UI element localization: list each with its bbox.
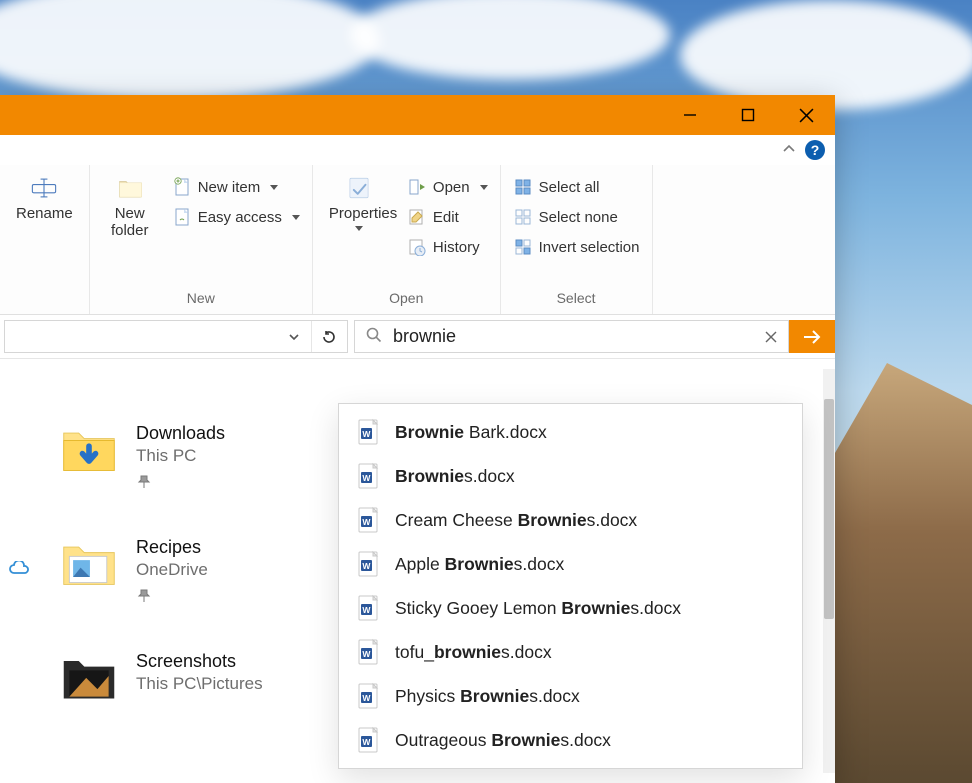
svg-text:W: W — [362, 737, 371, 747]
dropdown-icon — [292, 215, 300, 220]
search-suggestion-item[interactable]: W Physics Brownies.docx — [339, 674, 802, 718]
word-document-icon: W — [357, 506, 379, 534]
pin-icon — [136, 588, 152, 607]
open-button[interactable]: Open — [405, 175, 490, 199]
select-none-icon — [513, 207, 533, 227]
suggestion-text: Apple Brownies.docx — [395, 554, 564, 575]
svg-text:W: W — [362, 473, 371, 483]
folder-name: Recipes — [136, 537, 208, 558]
titlebar — [0, 95, 835, 135]
scrollbar-thumb[interactable] — [824, 399, 834, 619]
dropdown-icon — [355, 226, 363, 231]
word-document-icon: W — [357, 638, 379, 666]
search-suggestion-item[interactable]: W Brownies.docx — [339, 454, 802, 498]
search-box[interactable] — [354, 320, 789, 353]
folder-path: This PC — [136, 446, 225, 466]
folder-icon — [60, 533, 118, 591]
dropdown-icon — [480, 185, 488, 190]
rename-label: Rename — [16, 205, 73, 222]
new-folder-button[interactable]: New folder — [100, 171, 160, 244]
word-document-icon: W — [357, 550, 379, 578]
properties-icon — [346, 175, 372, 201]
suggestion-text: Outrageous Brownies.docx — [395, 730, 611, 751]
address-dropdown-button[interactable] — [277, 321, 311, 352]
svg-text:W: W — [362, 605, 371, 615]
pin-icon — [136, 474, 152, 493]
folder-name: Downloads — [136, 423, 225, 444]
navigation-row — [0, 315, 835, 359]
rename-button[interactable]: Rename — [10, 171, 79, 226]
properties-label: Properties — [329, 205, 389, 222]
new-item-button[interactable]: New item — [170, 175, 302, 199]
history-button[interactable]: History — [405, 235, 490, 259]
folder-path: This PC\Pictures — [136, 674, 263, 694]
svg-text:W: W — [362, 693, 371, 703]
file-explorer-window: ? Rename — [0, 95, 835, 783]
suggestion-text: tofu_brownies.docx — [395, 642, 552, 663]
select-none-button[interactable]: Select none — [511, 205, 642, 229]
word-document-icon: W — [357, 418, 379, 446]
word-document-icon: W — [357, 594, 379, 622]
new-folder-icon — [117, 175, 143, 201]
word-document-icon: W — [357, 726, 379, 754]
search-suggestion-item[interactable]: W Cream Cheese Brownies.docx — [339, 498, 802, 542]
folder-path: OneDrive — [136, 560, 208, 580]
ribbon-help-row: ? — [0, 135, 835, 165]
refresh-button[interactable] — [311, 321, 345, 352]
search-suggestion-item[interactable]: W Outrageous Brownies.docx — [339, 718, 802, 762]
suggestion-text: Brownies.docx — [395, 466, 515, 487]
scrollbar[interactable] — [823, 369, 835, 773]
help-button[interactable]: ? — [805, 140, 825, 160]
search-suggestion-item[interactable]: W Sticky Gooey Lemon Brownies.docx — [339, 586, 802, 630]
svg-text:W: W — [362, 649, 371, 659]
rename-icon — [31, 175, 57, 201]
folder-name: Screenshots — [136, 651, 263, 672]
ribbon-group-new-label: New — [187, 290, 215, 312]
edit-icon — [407, 207, 427, 227]
minimize-button[interactable] — [661, 95, 719, 135]
content-area: DownloadsThis PC RecipesOneDrive Screensho… — [0, 359, 835, 783]
easy-access-button[interactable]: Easy access — [170, 205, 302, 229]
ribbon-group-select-label: Select — [557, 290, 596, 312]
clear-search-button[interactable] — [754, 321, 788, 352]
search-suggestion-item[interactable]: W Brownie Bark.docx — [339, 410, 802, 454]
suggestion-text: Cream Cheese Brownies.docx — [395, 510, 637, 531]
edit-button[interactable]: Edit — [405, 205, 490, 229]
search-suggestion-item[interactable]: Wtofu_brownies.docx — [339, 630, 802, 674]
svg-text:W: W — [362, 429, 371, 439]
search-suggestions-dropdown: W Brownie Bark.docx W Brownies.docx W Cream C… — [338, 403, 803, 769]
select-all-icon — [513, 177, 533, 197]
invert-selection-icon — [513, 237, 533, 257]
search-go-button[interactable] — [789, 320, 835, 353]
svg-text:W: W — [362, 517, 371, 527]
dropdown-icon — [270, 185, 278, 190]
close-button[interactable] — [777, 95, 835, 135]
select-all-button[interactable]: Select all — [511, 175, 642, 199]
maximize-button[interactable] — [719, 95, 777, 135]
ribbon: Rename New folder — [0, 165, 835, 315]
folder-icon — [60, 647, 118, 705]
new-folder-label: New folder — [111, 205, 149, 240]
word-document-icon: W — [357, 462, 379, 490]
address-bar[interactable] — [4, 320, 348, 353]
invert-selection-button[interactable]: Invert selection — [511, 235, 642, 259]
open-icon — [407, 177, 427, 197]
ribbon-group-open-label: Open — [389, 290, 423, 312]
search-icon — [365, 326, 383, 347]
svg-text:W: W — [362, 561, 371, 571]
easy-access-icon — [172, 207, 192, 227]
word-document-icon: W — [357, 682, 379, 710]
suggestion-text: Sticky Gooey Lemon Brownies.docx — [395, 598, 681, 619]
suggestion-text: Physics Brownies.docx — [395, 686, 580, 707]
properties-button[interactable]: Properties — [323, 171, 395, 235]
collapse-ribbon-button[interactable] — [781, 141, 797, 160]
cloud-sync-icon — [8, 561, 30, 580]
folder-icon — [60, 419, 118, 477]
new-item-icon — [172, 177, 192, 197]
search-suggestion-item[interactable]: W Apple Brownies.docx — [339, 542, 802, 586]
suggestion-text: Brownie Bark.docx — [395, 422, 547, 443]
search-input[interactable] — [393, 322, 744, 351]
history-icon — [407, 237, 427, 257]
